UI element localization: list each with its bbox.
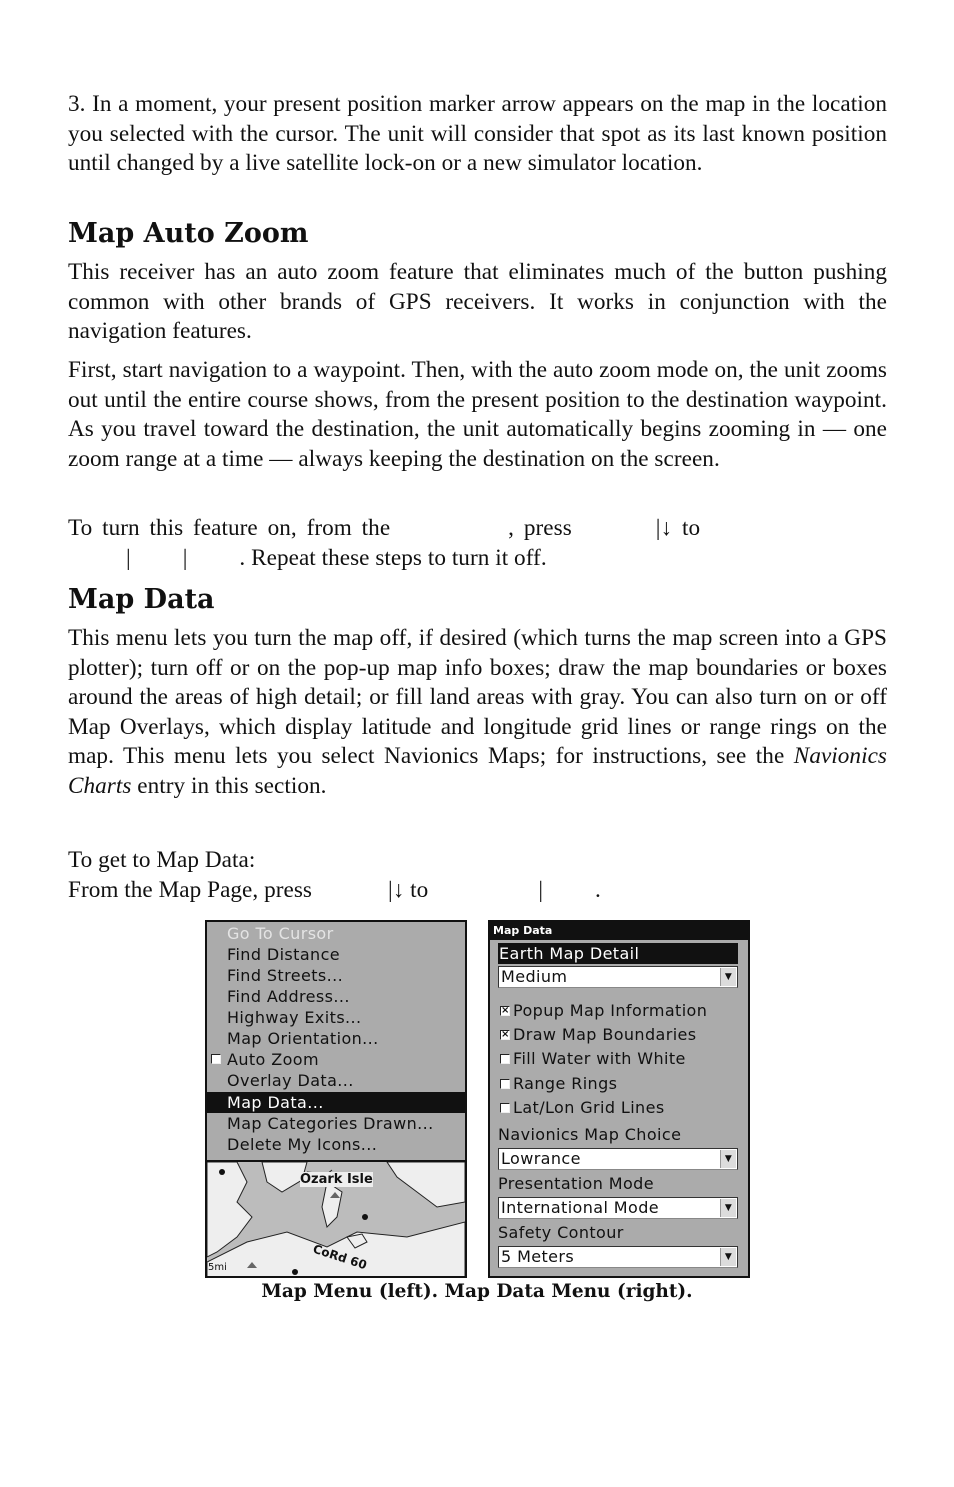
menu-item-find-address[interactable]: Find Address...	[207, 986, 465, 1007]
instr-text-a: To turn this feature on, from the	[68, 515, 391, 541]
dropdown-arrow-icon[interactable]: ▼	[720, 1199, 736, 1217]
menu-item-map-categories-drawn[interactable]: Map Categories Drawn...	[207, 1113, 465, 1134]
safety-contour-value: 5 Meters	[501, 1247, 575, 1266]
from-text-a: From the Map Page, press	[68, 877, 312, 903]
presentation-mode-value: International Mode	[501, 1198, 659, 1217]
from-text-c: |	[538, 877, 544, 903]
popup-map-information-option[interactable]: × Popup Map Information	[498, 999, 707, 1023]
instr2-text: . Repeat these steps to turn it off.	[239, 545, 547, 571]
dropdown-arrow-icon[interactable]: ▼	[720, 968, 736, 986]
lat-lon-grid-label: Lat/Lon Grid Lines	[513, 1098, 665, 1117]
popup-map-information-label: Popup Map Information	[513, 1001, 708, 1020]
navionics-map-choice-label: Navionics Map Choice	[498, 1125, 682, 1144]
earth-map-detail-dropdown[interactable]: Medium ▼	[498, 966, 738, 988]
auto-zoom-instruction-line2: | | . Repeat these steps to turn it off.	[68, 544, 547, 574]
menu-item-map-data[interactable]: Map Data...	[207, 1092, 465, 1113]
menu-item-auto-zoom[interactable]: Auto Zoom	[207, 1049, 465, 1070]
range-rings-checkbox[interactable]	[500, 1079, 510, 1089]
from-map-page-line: From the Map Page, press |↓ to |.	[68, 876, 601, 906]
instr-text-b: , press	[508, 515, 572, 541]
earth-map-detail-value: Medium	[501, 967, 568, 986]
safety-contour-dropdown[interactable]: 5 Meters ▼	[498, 1246, 738, 1268]
presentation-mode-label: Presentation Mode	[498, 1174, 654, 1193]
presentation-mode-dropdown[interactable]: International Mode ▼	[498, 1197, 738, 1219]
auto-zoom-intro-paragraph: This receiver has an auto zoom feature t…	[68, 259, 887, 344]
auto-zoom-checkbox[interactable]	[211, 1054, 221, 1064]
menu-item-map-orientation[interactable]: Map Orientation...	[207, 1028, 465, 1049]
draw-map-boundaries-label: Draw Map Boundaries	[513, 1025, 697, 1044]
map-data-text: This menu lets you turn the map off, if …	[68, 625, 887, 769]
menu-item-go-to-cursor[interactable]: Go To Cursor	[207, 923, 465, 944]
get-to-map-data-line: To get to Map Data:	[68, 847, 256, 873]
from-text-b: |↓ to	[388, 877, 429, 903]
instr2-sep-a: |	[126, 545, 131, 571]
navionics-map-choice-dropdown[interactable]: Lowrance ▼	[498, 1148, 738, 1170]
from-text-d: .	[595, 877, 601, 903]
instr2-sep-b: |	[182, 545, 188, 571]
step-3-paragraph: 3. In a moment, your present position ma…	[68, 91, 887, 176]
menu-item-find-distance[interactable]: Find Distance	[207, 944, 465, 965]
navionics-map-choice-value: Lowrance	[501, 1149, 581, 1168]
map-data-text-end: entry in this section.	[131, 772, 327, 799]
auto-zoom-label: Auto Zoom	[227, 1050, 319, 1069]
earth-map-detail-label: Earth Map Detail	[498, 943, 738, 964]
safety-contour-label: Safety Contour	[498, 1223, 624, 1242]
map-data-paragraph: This menu lets you turn the map off, if …	[68, 624, 887, 801]
lat-lon-grid-checkbox[interactable]	[500, 1103, 510, 1113]
fill-water-label: Fill Water with White	[513, 1049, 686, 1068]
map-place-label: Ozark Isle	[300, 1172, 373, 1187]
menu-item-overlay-data[interactable]: Overlay Data...	[207, 1070, 465, 1091]
draw-map-boundaries-checkbox[interactable]: ×	[500, 1030, 510, 1040]
map-preview: Ozark Isle CoRd 60 5mi	[207, 1160, 465, 1276]
range-rings-option[interactable]: Range Rings	[498, 1072, 617, 1096]
popup-map-information-checkbox[interactable]: ×	[500, 1006, 510, 1016]
fill-water-checkbox[interactable]	[500, 1054, 510, 1064]
menu-item-find-streets[interactable]: Find Streets...	[207, 965, 465, 986]
draw-map-boundaries-option[interactable]: × Draw Map Boundaries	[498, 1023, 697, 1047]
map-data-menu-screenshot: Map Data Earth Map Detail Medium ▼ × Pop…	[488, 920, 750, 1278]
range-rings-label: Range Rings	[513, 1074, 618, 1093]
dropdown-arrow-icon[interactable]: ▼	[720, 1248, 736, 1266]
fill-water-option[interactable]: Fill Water with White	[498, 1047, 686, 1071]
auto-zoom-instruction-line1: To turn this feature on, from the , press…	[68, 514, 700, 544]
menu-item-delete-my-icons[interactable]: Delete My Icons...	[207, 1134, 465, 1155]
auto-zoom-detail-paragraph: First, start navigation to a waypoint. T…	[68, 357, 887, 472]
figure-caption: Map Menu (left). Map Data Menu (right).	[261, 1281, 693, 1302]
map-auto-zoom-heading: Map Auto Zoom	[68, 218, 309, 249]
instr-text-c: |↓ to	[655, 515, 701, 541]
lat-lon-grid-option[interactable]: Lat/Lon Grid Lines	[498, 1096, 665, 1120]
menu-item-highway-exits[interactable]: Highway Exits...	[207, 1007, 465, 1028]
map-data-heading: Map Data	[68, 584, 215, 615]
map-scale-label: 5mi	[208, 1262, 227, 1273]
map-menu-screenshot: Go To Cursor Find Distance Find Streets.…	[205, 920, 467, 1278]
map-data-title-bar: Map Data	[490, 922, 748, 940]
dropdown-arrow-icon[interactable]: ▼	[720, 1150, 736, 1168]
